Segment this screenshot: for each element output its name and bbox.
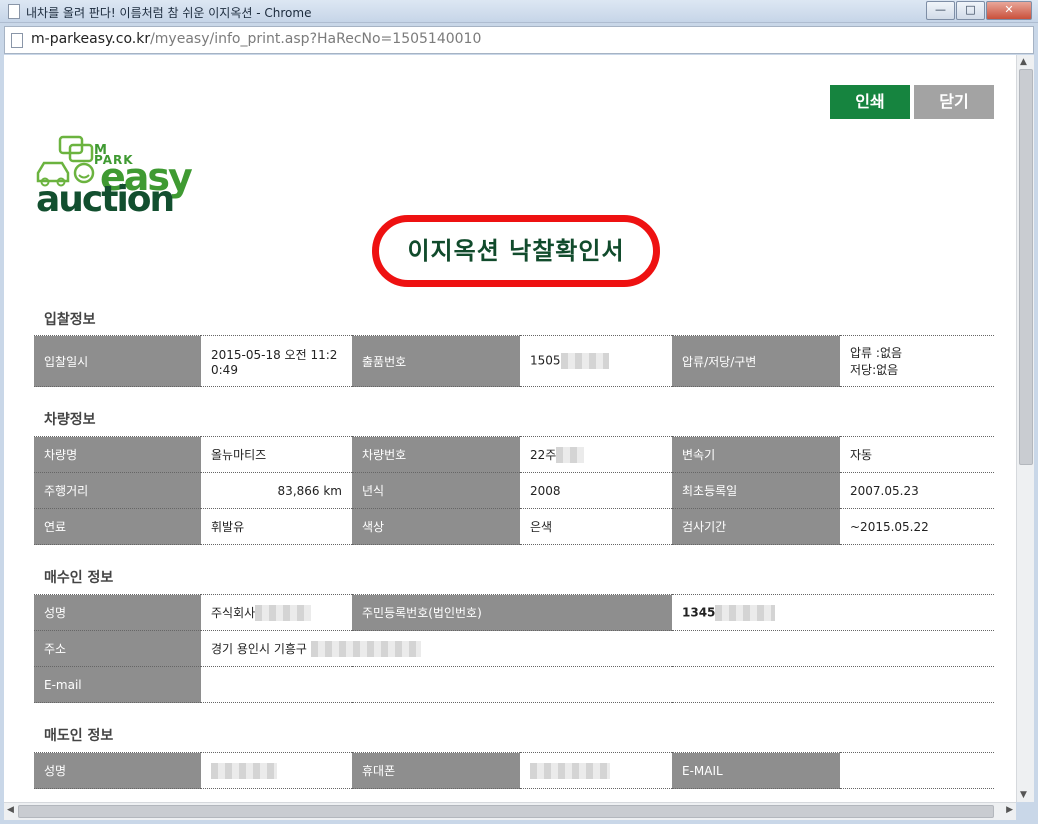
buyer-reg-no-label: 주민등록번호(법인번호)	[352, 594, 672, 631]
table-row: 성명 주식회사 주민등록번호(법인번호) 1345	[34, 594, 994, 631]
section-title-seller-info: 매도인 정보	[44, 728, 114, 744]
redacted-block	[530, 762, 610, 779]
listing-no-value: 1505	[530, 353, 561, 368]
address-bar[interactable]: m-parkeasy.co.kr/myeasy/info_print.asp?H…	[4, 26, 1034, 54]
url-path: /myeasy/info_print.asp?HaRecNo=150514001…	[150, 31, 482, 47]
title-bar[interactable]: 내차를 올려 판다! 이름처럼 참 쉬운 이지옥션 - Chrome — □ ✕	[0, 0, 1038, 23]
redacted-block	[255, 605, 312, 622]
seller-phone-cell	[520, 752, 672, 789]
buyer-email-value	[201, 666, 994, 703]
table-row: E-mail	[34, 666, 994, 703]
buyer-address-label: 주소	[34, 630, 201, 667]
cell-label: 년식	[352, 472, 520, 509]
cell-value: 2008	[520, 472, 672, 509]
redacted-block	[715, 604, 776, 621]
cell-value: 22주	[530, 447, 557, 462]
seller-name-label: 성명	[34, 752, 201, 789]
close-button[interactable]: 닫기	[914, 85, 994, 119]
redacted-block	[211, 762, 277, 779]
section-title-buyer-info: 매수인 정보	[44, 570, 114, 586]
seizure-cell: 압류 :없음저당:없음	[840, 335, 994, 387]
horizontal-scrollbar[interactable]: ◀ ▶	[4, 802, 1016, 820]
cell-value: 자동	[840, 436, 994, 473]
buyer-reg-no-value: 1345	[682, 605, 716, 619]
cell-label: 차량번호	[352, 436, 520, 473]
easy-auction-logo: M PARK easy auction	[32, 135, 193, 220]
page-icon	[11, 33, 23, 48]
redacted-block	[556, 447, 585, 464]
table-row: 주소 경기 용인시 기흥구	[34, 630, 994, 667]
seller-email-label: E-MAIL	[672, 752, 840, 789]
cell-label: 색상	[352, 508, 520, 545]
cell-value: ~2015.05.22	[840, 508, 994, 545]
seller-name-cell	[201, 752, 352, 789]
seizure-value: 압류 :없음	[850, 346, 903, 360]
vertical-scrollbar[interactable]: ▲ ▼	[1016, 55, 1034, 802]
buyer-info-table: 성명 주식회사 주민등록번호(법인번호) 1345 주소 경기 용인시 기흥구 …	[34, 594, 994, 703]
cell-value: 2007.05.23	[840, 472, 994, 509]
seller-phone-label: 휴대폰	[352, 752, 520, 789]
redacted-block	[310, 641, 421, 658]
window-controls: — □ ✕	[925, 1, 1032, 20]
cell-label: 검사기간	[672, 508, 840, 545]
listing-no-label: 출품번호	[352, 335, 520, 387]
buyer-name-label: 성명	[34, 594, 201, 631]
scroll-down-icon[interactable]: ▼	[1020, 790, 1027, 800]
seizure-label: 압류/저당/구변	[672, 335, 840, 387]
print-button[interactable]: 인쇄	[830, 85, 910, 119]
section-title-bid-info: 입찰정보	[44, 312, 96, 328]
table-row: 차량명 올뉴마티즈 차량번호 22주 변속기 자동	[34, 436, 994, 473]
mortgage-value: 저당:없음	[850, 363, 899, 377]
bid-info-table: 입찰일시 2015-05-18 오전 11:2 0:49 출품번호 1505 압…	[34, 335, 994, 387]
cell-label: 연료	[34, 508, 201, 545]
cell-label: 주행거리	[34, 472, 201, 509]
page-icon	[8, 4, 20, 19]
url-host: m-parkeasy.co.kr	[31, 31, 151, 47]
cell-label: 차량명	[34, 436, 201, 473]
logo-auction: auction	[36, 179, 175, 220]
table-row: 주행거리 83,866 km 년식 2008 최초등록일 2007.05.23	[34, 472, 994, 509]
table-row: 연료 휘발유 색상 은색 검사기간 ~2015.05.22	[34, 508, 994, 545]
buyer-email-label: E-mail	[34, 666, 201, 703]
buyer-address-value: 경기 용인시 기흥구	[211, 641, 307, 656]
scroll-right-icon[interactable]: ▶	[1006, 805, 1013, 815]
table-row: 입찰일시 2015-05-18 오전 11:2 0:49 출품번호 1505 압…	[34, 335, 994, 387]
plate-cell: 22주	[520, 436, 672, 473]
seller-email-value	[840, 752, 994, 789]
seller-info-table: 성명 휴대폰 E-MAIL	[34, 752, 994, 789]
table-row: 성명 휴대폰 E-MAIL	[34, 752, 994, 789]
buyer-name-value: 주식회사	[211, 605, 256, 620]
buyer-address-cell: 경기 용인시 기흥구	[201, 630, 994, 667]
cell-value: 휘발유	[201, 508, 352, 545]
maximize-icon[interactable]: □	[956, 1, 985, 20]
buyer-reg-no-cell: 1345	[672, 594, 994, 631]
cell-value: 83,866 km	[201, 472, 352, 509]
close-icon[interactable]: ✕	[986, 1, 1032, 20]
cell-label: 최초등록일	[672, 472, 840, 509]
cell-value: 올뉴마티즈	[201, 436, 352, 473]
page-viewport: 인쇄 닫기 M PARK easy auction 이지옥션 낙찰확인서 입찰정…	[4, 55, 1016, 802]
vertical-scroll-thumb[interactable]	[1019, 69, 1033, 465]
redacted-block	[560, 353, 609, 369]
cell-value: 은색	[520, 508, 672, 545]
browser-window: 내차를 올려 판다! 이름처럼 참 쉬운 이지옥션 - Chrome — □ ✕…	[0, 0, 1038, 824]
scroll-up-icon[interactable]: ▲	[1020, 57, 1027, 67]
bid-datetime-label: 입찰일시	[34, 335, 201, 387]
scroll-left-icon[interactable]: ◀	[7, 805, 14, 815]
section-title-vehicle-info: 차량정보	[44, 412, 96, 428]
minimize-icon[interactable]: —	[926, 1, 955, 20]
horizontal-scroll-thumb[interactable]	[18, 805, 994, 818]
listing-no-cell: 1505	[520, 335, 672, 387]
url-text[interactable]: m-parkeasy.co.kr/myeasy/info_print.asp?H…	[31, 31, 481, 47]
bid-datetime-value: 2015-05-18 오전 11:2 0:49	[201, 335, 352, 387]
document-title: 이지옥션 낙찰확인서	[407, 237, 625, 265]
buyer-name-cell: 주식회사	[201, 594, 352, 631]
cell-label: 변속기	[672, 436, 840, 473]
vehicle-info-table: 차량명 올뉴마티즈 차량번호 22주 변속기 자동 주행거리 83,866 km…	[34, 436, 994, 545]
window-title: 내차를 올려 판다! 이름처럼 참 쉬운 이지옥션 - Chrome	[26, 6, 312, 20]
